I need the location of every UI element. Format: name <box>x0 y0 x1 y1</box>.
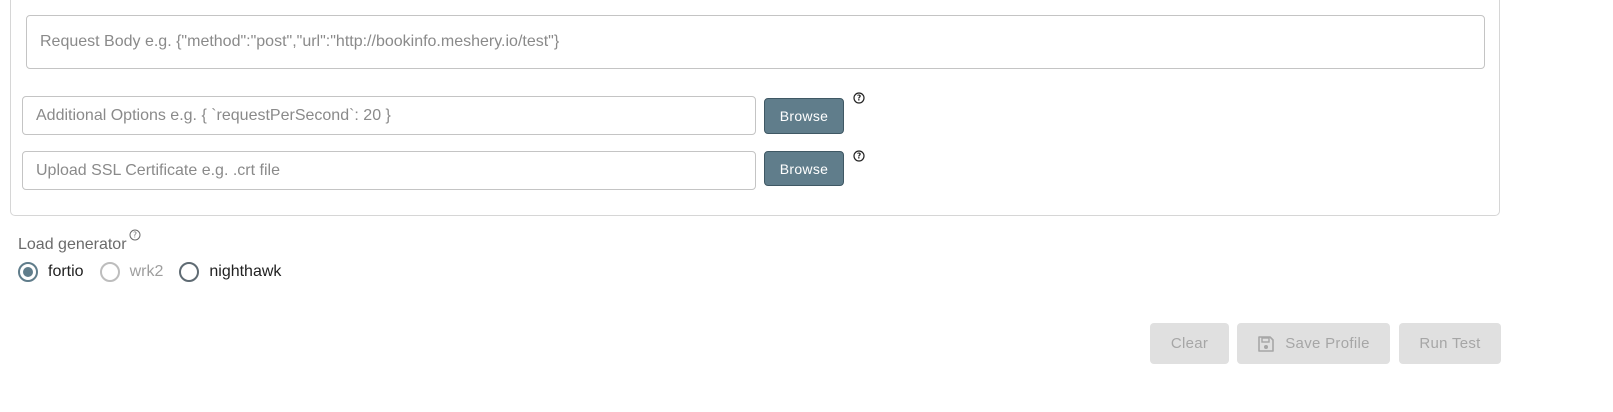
svg-text:?: ? <box>857 94 861 103</box>
radio-button-disabled <box>99 262 120 282</box>
request-body-input[interactable]: Request Body e.g. {"method":"post","url"… <box>26 15 1485 69</box>
clear-button[interactable]: Clear <box>1150 323 1229 364</box>
radio-button-checked[interactable] <box>18 262 38 282</box>
help-icon[interactable]: ? <box>853 92 865 104</box>
radio-label: wrk2 <box>129 263 164 280</box>
additional-options-placeholder: Additional Options e.g. { `requestPerSec… <box>36 106 391 124</box>
radio-label: nighthawk <box>209 263 282 280</box>
clear-button-label: Clear <box>1170 335 1209 352</box>
run-test-label: Run Test <box>1419 335 1481 352</box>
run-test-button[interactable]: Run Test <box>1399 323 1501 364</box>
additional-options-input[interactable]: Additional Options e.g. { `requestPerSec… <box>22 96 756 135</box>
svg-text:?: ? <box>133 231 137 240</box>
radio-option-nighthawk[interactable]: nighthawk <box>179 262 281 282</box>
ssl-certificate-placeholder: Upload SSL Certificate e.g. .crt file <box>36 161 280 179</box>
radio-button[interactable] <box>179 262 200 282</box>
request-body-placeholder: Request Body e.g. {"method":"post","url"… <box>40 33 560 50</box>
load-generator-label: Load generator <box>18 236 127 254</box>
floppy-disk-icon <box>1258 335 1275 352</box>
svg-text:?: ? <box>857 152 861 161</box>
save-profile-label: Save Profile <box>1285 335 1370 352</box>
ssl-certificate-browse-button[interactable]: Browse <box>764 151 844 186</box>
radio-label: fortio <box>48 263 84 280</box>
ssl-certificate-input[interactable]: Upload SSL Certificate e.g. .crt file <box>22 151 756 190</box>
load-generator-radio-group: fortio wrk2 nighthawk <box>18 262 297 282</box>
help-icon[interactable]: ? <box>129 229 141 241</box>
additional-options-browse-button[interactable]: Browse <box>764 98 844 134</box>
radio-option-wrk2: wrk2 <box>99 262 164 282</box>
save-profile-button[interactable]: Save Profile <box>1237 323 1390 364</box>
load-generator-label-text: Load generator <box>18 236 127 253</box>
radio-option-fortio[interactable]: fortio <box>18 262 84 282</box>
help-icon[interactable]: ? <box>853 150 865 162</box>
